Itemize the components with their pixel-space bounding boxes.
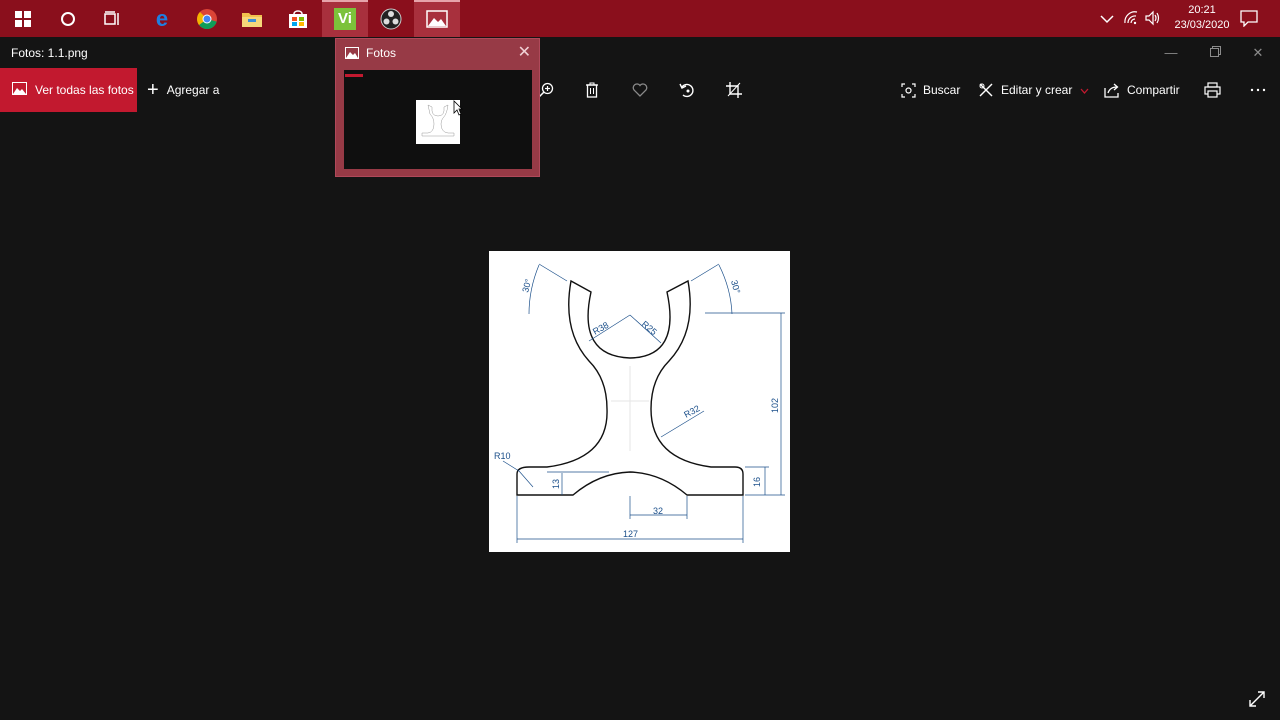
minimize-button[interactable]: —	[1161, 45, 1181, 60]
dim-16: 16	[752, 477, 762, 487]
volume-icon[interactable]	[1144, 10, 1162, 31]
share-icon	[1104, 83, 1119, 98]
search-label: Buscar	[923, 83, 961, 97]
edit-icon	[979, 83, 993, 97]
dim-13: 13	[551, 479, 561, 489]
dim-angle-right: 30°	[729, 279, 742, 295]
notifications-icon[interactable]	[1240, 10, 1258, 32]
window-title: Fotos: 1.1.png	[11, 46, 88, 60]
thumb-accent	[345, 74, 363, 77]
cortana-icon[interactable]	[45, 0, 91, 37]
wifi-icon[interactable]	[1123, 11, 1139, 30]
vi-app-icon[interactable]: Vi	[322, 0, 368, 37]
view-all-photos-button[interactable]: Ver todas las fotos	[0, 68, 137, 112]
crop-icon[interactable]	[722, 78, 746, 102]
edit-create-button[interactable]: Editar y crear	[978, 68, 1096, 112]
dim-r32: R32	[682, 403, 701, 420]
command-bar: Ver todas las fotos + Agregar a Buscar E…	[0, 68, 1280, 112]
edit-create-label: Editar y crear	[1001, 83, 1073, 97]
dim-r10: R10	[494, 451, 511, 461]
obs-icon[interactable]	[368, 0, 414, 37]
restore-button[interactable]	[1205, 45, 1225, 60]
taskbar-preview-popup[interactable]: Fotos ✕	[335, 38, 540, 177]
dim-r38: R38	[591, 320, 610, 337]
search-button[interactable]: Buscar	[901, 68, 960, 112]
add-to-label: Agregar a	[166, 83, 220, 97]
dim-32: 32	[653, 506, 663, 516]
task-view-icon[interactable]	[90, 0, 136, 37]
photo-image[interactable]: 30° 30° R38 R25 R32 R10 102 16 13 32 127	[489, 251, 790, 552]
title-bar: Fotos: 1.1.png — ✕	[0, 37, 1280, 68]
favorite-heart-icon[interactable]	[628, 78, 652, 102]
visual-search-icon	[901, 82, 916, 98]
store-icon[interactable]	[275, 0, 321, 37]
close-icon[interactable]: ✕	[518, 42, 531, 62]
windows-start-icon[interactable]	[0, 0, 46, 37]
vi-app-label: Vi	[334, 7, 356, 30]
taskbar: e Vi 20:21 23/03/2020	[0, 0, 1280, 37]
close-button[interactable]: ✕	[1248, 45, 1268, 61]
mouse-cursor-icon	[453, 100, 463, 116]
chevron-down-icon	[1080, 83, 1096, 97]
rotate-icon[interactable]	[675, 78, 699, 102]
more-options-icon[interactable]	[1246, 78, 1270, 102]
delete-icon[interactable]	[580, 78, 604, 102]
clock[interactable]: 20:21 23/03/2020	[1167, 3, 1237, 33]
share-label: Compartir	[1127, 83, 1180, 97]
add-to-button[interactable]: + Agregar a	[147, 68, 219, 112]
share-button[interactable]: Compartir	[1104, 68, 1180, 112]
dim-height-102: 102	[770, 398, 780, 413]
file-explorer-icon[interactable]	[229, 0, 275, 37]
dim-r25: R25	[640, 319, 659, 337]
edge-icon[interactable]: e	[139, 0, 185, 37]
window-thumbnail[interactable]	[344, 70, 532, 169]
clock-date: 23/03/2020	[1174, 19, 1230, 31]
fullscreen-icon[interactable]	[1248, 690, 1266, 713]
popup-title: Fotos	[366, 46, 397, 60]
print-icon[interactable]	[1200, 78, 1224, 102]
dim-127: 127	[623, 529, 638, 539]
dim-angle-left: 30°	[520, 277, 533, 293]
svg-text:e: e	[156, 8, 168, 30]
photos-icon	[345, 46, 359, 64]
photos-icon[interactable]	[414, 0, 460, 37]
chevron-up-icon[interactable]	[1100, 11, 1114, 29]
clock-time: 20:21	[1188, 4, 1216, 16]
chrome-icon[interactable]	[184, 0, 230, 37]
plus-icon: +	[147, 79, 159, 101]
photos-icon	[12, 82, 27, 98]
view-all-photos-label: Ver todas las fotos	[35, 83, 134, 97]
